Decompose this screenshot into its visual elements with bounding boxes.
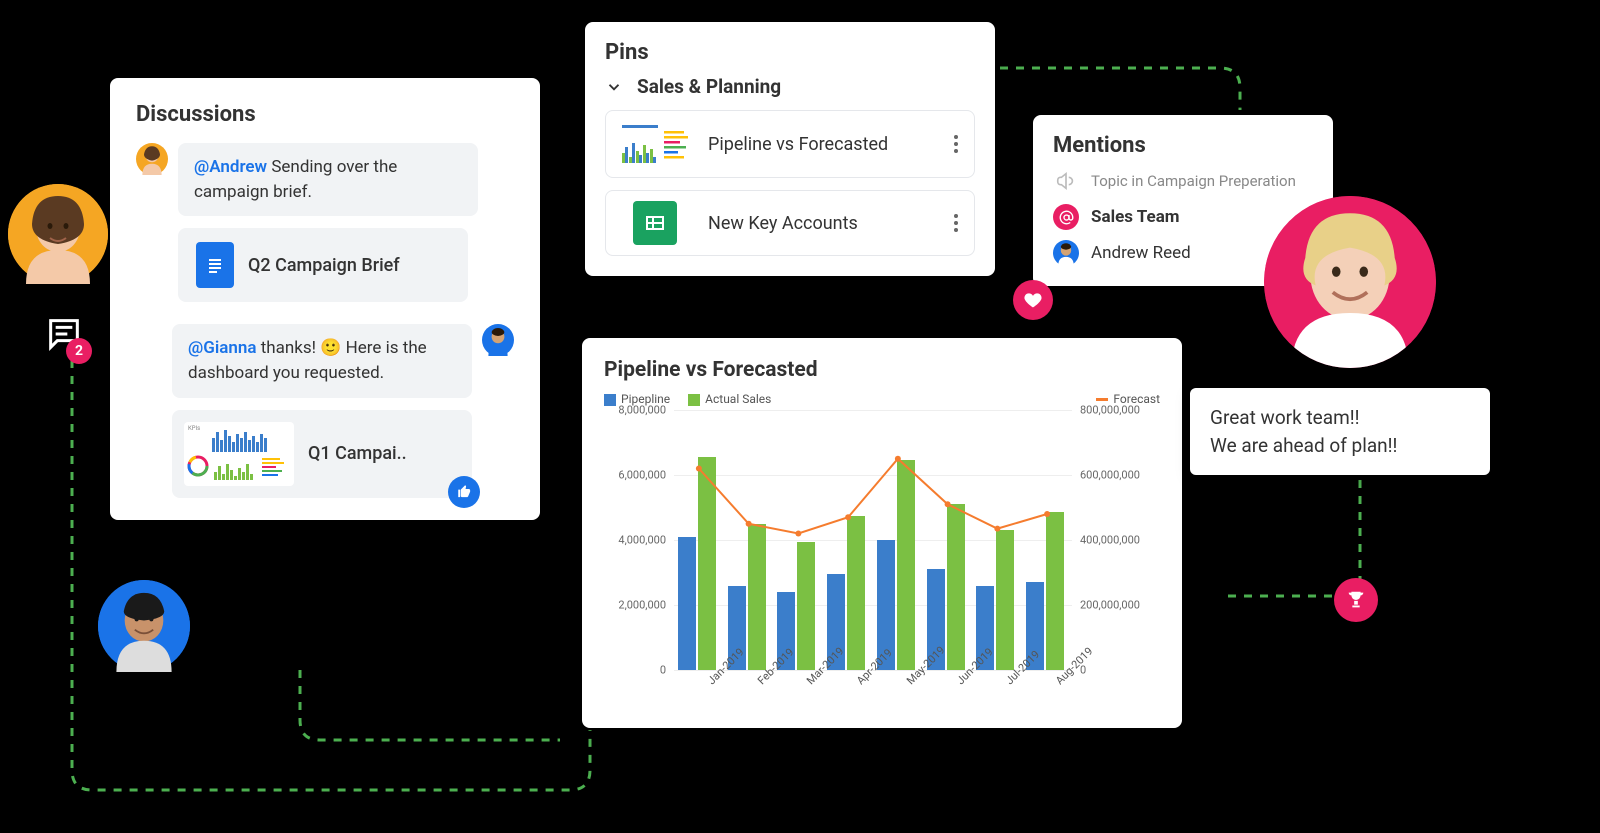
comment-bubble: Great work team!! We are ahead of plan!! bbox=[1190, 388, 1490, 475]
comment-line: Great work team!! bbox=[1210, 404, 1470, 432]
dashboard-name: Q1 Campai.. bbox=[308, 443, 407, 464]
google-sheet-icon bbox=[633, 201, 677, 245]
message-bubble: @Andrew Sending over the campaign brief. bbox=[178, 143, 478, 216]
discussions-panel: Discussions @Andrew Sending over the cam… bbox=[110, 78, 540, 520]
message-row: @Andrew Sending over the campaign brief. bbox=[136, 143, 514, 216]
google-doc-icon bbox=[196, 242, 234, 288]
avatar bbox=[482, 324, 514, 356]
discussions-title: Discussions bbox=[136, 102, 514, 127]
pins-title: Pins bbox=[605, 40, 975, 65]
user-avatar-large bbox=[8, 184, 108, 284]
kebab-menu-icon[interactable] bbox=[946, 135, 966, 153]
pin-label: New Key Accounts bbox=[708, 213, 930, 234]
document-attachment[interactable]: Q2 Campaign Brief bbox=[178, 228, 468, 302]
chart-title: Pipeline vs Forecasted bbox=[604, 358, 1160, 382]
kebab-menu-icon[interactable] bbox=[946, 214, 966, 232]
chevron-down-icon bbox=[605, 78, 623, 96]
mention-name: Sales Team bbox=[1091, 207, 1180, 227]
mention-link[interactable]: @Gianna bbox=[188, 338, 257, 358]
user-avatar-large bbox=[98, 580, 190, 672]
pins-panel: Pins Sales & Planning Pipeline vs Foreca… bbox=[585, 22, 995, 276]
chart-plot: 02,000,0004,000,0006,000,0008,000,000 02… bbox=[604, 410, 1160, 720]
pin-label: Pipeline vs Forecasted bbox=[708, 134, 930, 155]
trophy-icon[interactable] bbox=[1334, 578, 1378, 622]
legend-item: Actual Sales bbox=[688, 392, 771, 406]
notification-badge: 2 bbox=[66, 338, 92, 364]
dashboard-attachment[interactable]: KPIs Q1 Campai.. bbox=[172, 410, 472, 498]
user-avatar-large bbox=[1264, 196, 1436, 368]
mention-item[interactable]: Sales Team bbox=[1053, 204, 1313, 230]
document-name: Q2 Campaign Brief bbox=[248, 255, 400, 276]
pin-group-name: Sales & Planning bbox=[637, 75, 781, 98]
mention-name: Andrew Reed bbox=[1091, 243, 1191, 263]
like-icon[interactable] bbox=[448, 476, 480, 508]
mention-context-text: Topic in Campaign Preperation bbox=[1091, 172, 1296, 190]
mention-link[interactable]: @Andrew bbox=[194, 157, 267, 177]
message-row: @Gianna thanks! 🙂 Here is the dashboard … bbox=[136, 324, 514, 397]
avatar bbox=[1053, 240, 1079, 266]
heart-icon[interactable] bbox=[1013, 280, 1053, 320]
mentions-title: Mentions bbox=[1053, 133, 1313, 158]
pin-item[interactable]: New Key Accounts bbox=[605, 190, 975, 256]
megaphone-icon bbox=[1053, 168, 1079, 194]
chart-panel: Pipeline vs Forecasted Pipepline Actual … bbox=[582, 338, 1182, 728]
pin-group-header[interactable]: Sales & Planning bbox=[605, 75, 975, 98]
pin-item[interactable]: Pipeline vs Forecasted bbox=[605, 110, 975, 178]
comment-line: We are ahead of plan!! bbox=[1210, 432, 1470, 460]
dashboard-thumbnail-icon bbox=[618, 121, 692, 167]
chart-legend: Pipepline Actual Sales Forecast bbox=[604, 392, 1160, 406]
avatar bbox=[136, 143, 168, 175]
dashboard-thumbnail: KPIs bbox=[184, 422, 294, 486]
message-bubble: @Gianna thanks! 🙂 Here is the dashboard … bbox=[172, 324, 472, 397]
mention-context: Topic in Campaign Preperation bbox=[1053, 168, 1313, 194]
at-icon bbox=[1053, 204, 1079, 230]
